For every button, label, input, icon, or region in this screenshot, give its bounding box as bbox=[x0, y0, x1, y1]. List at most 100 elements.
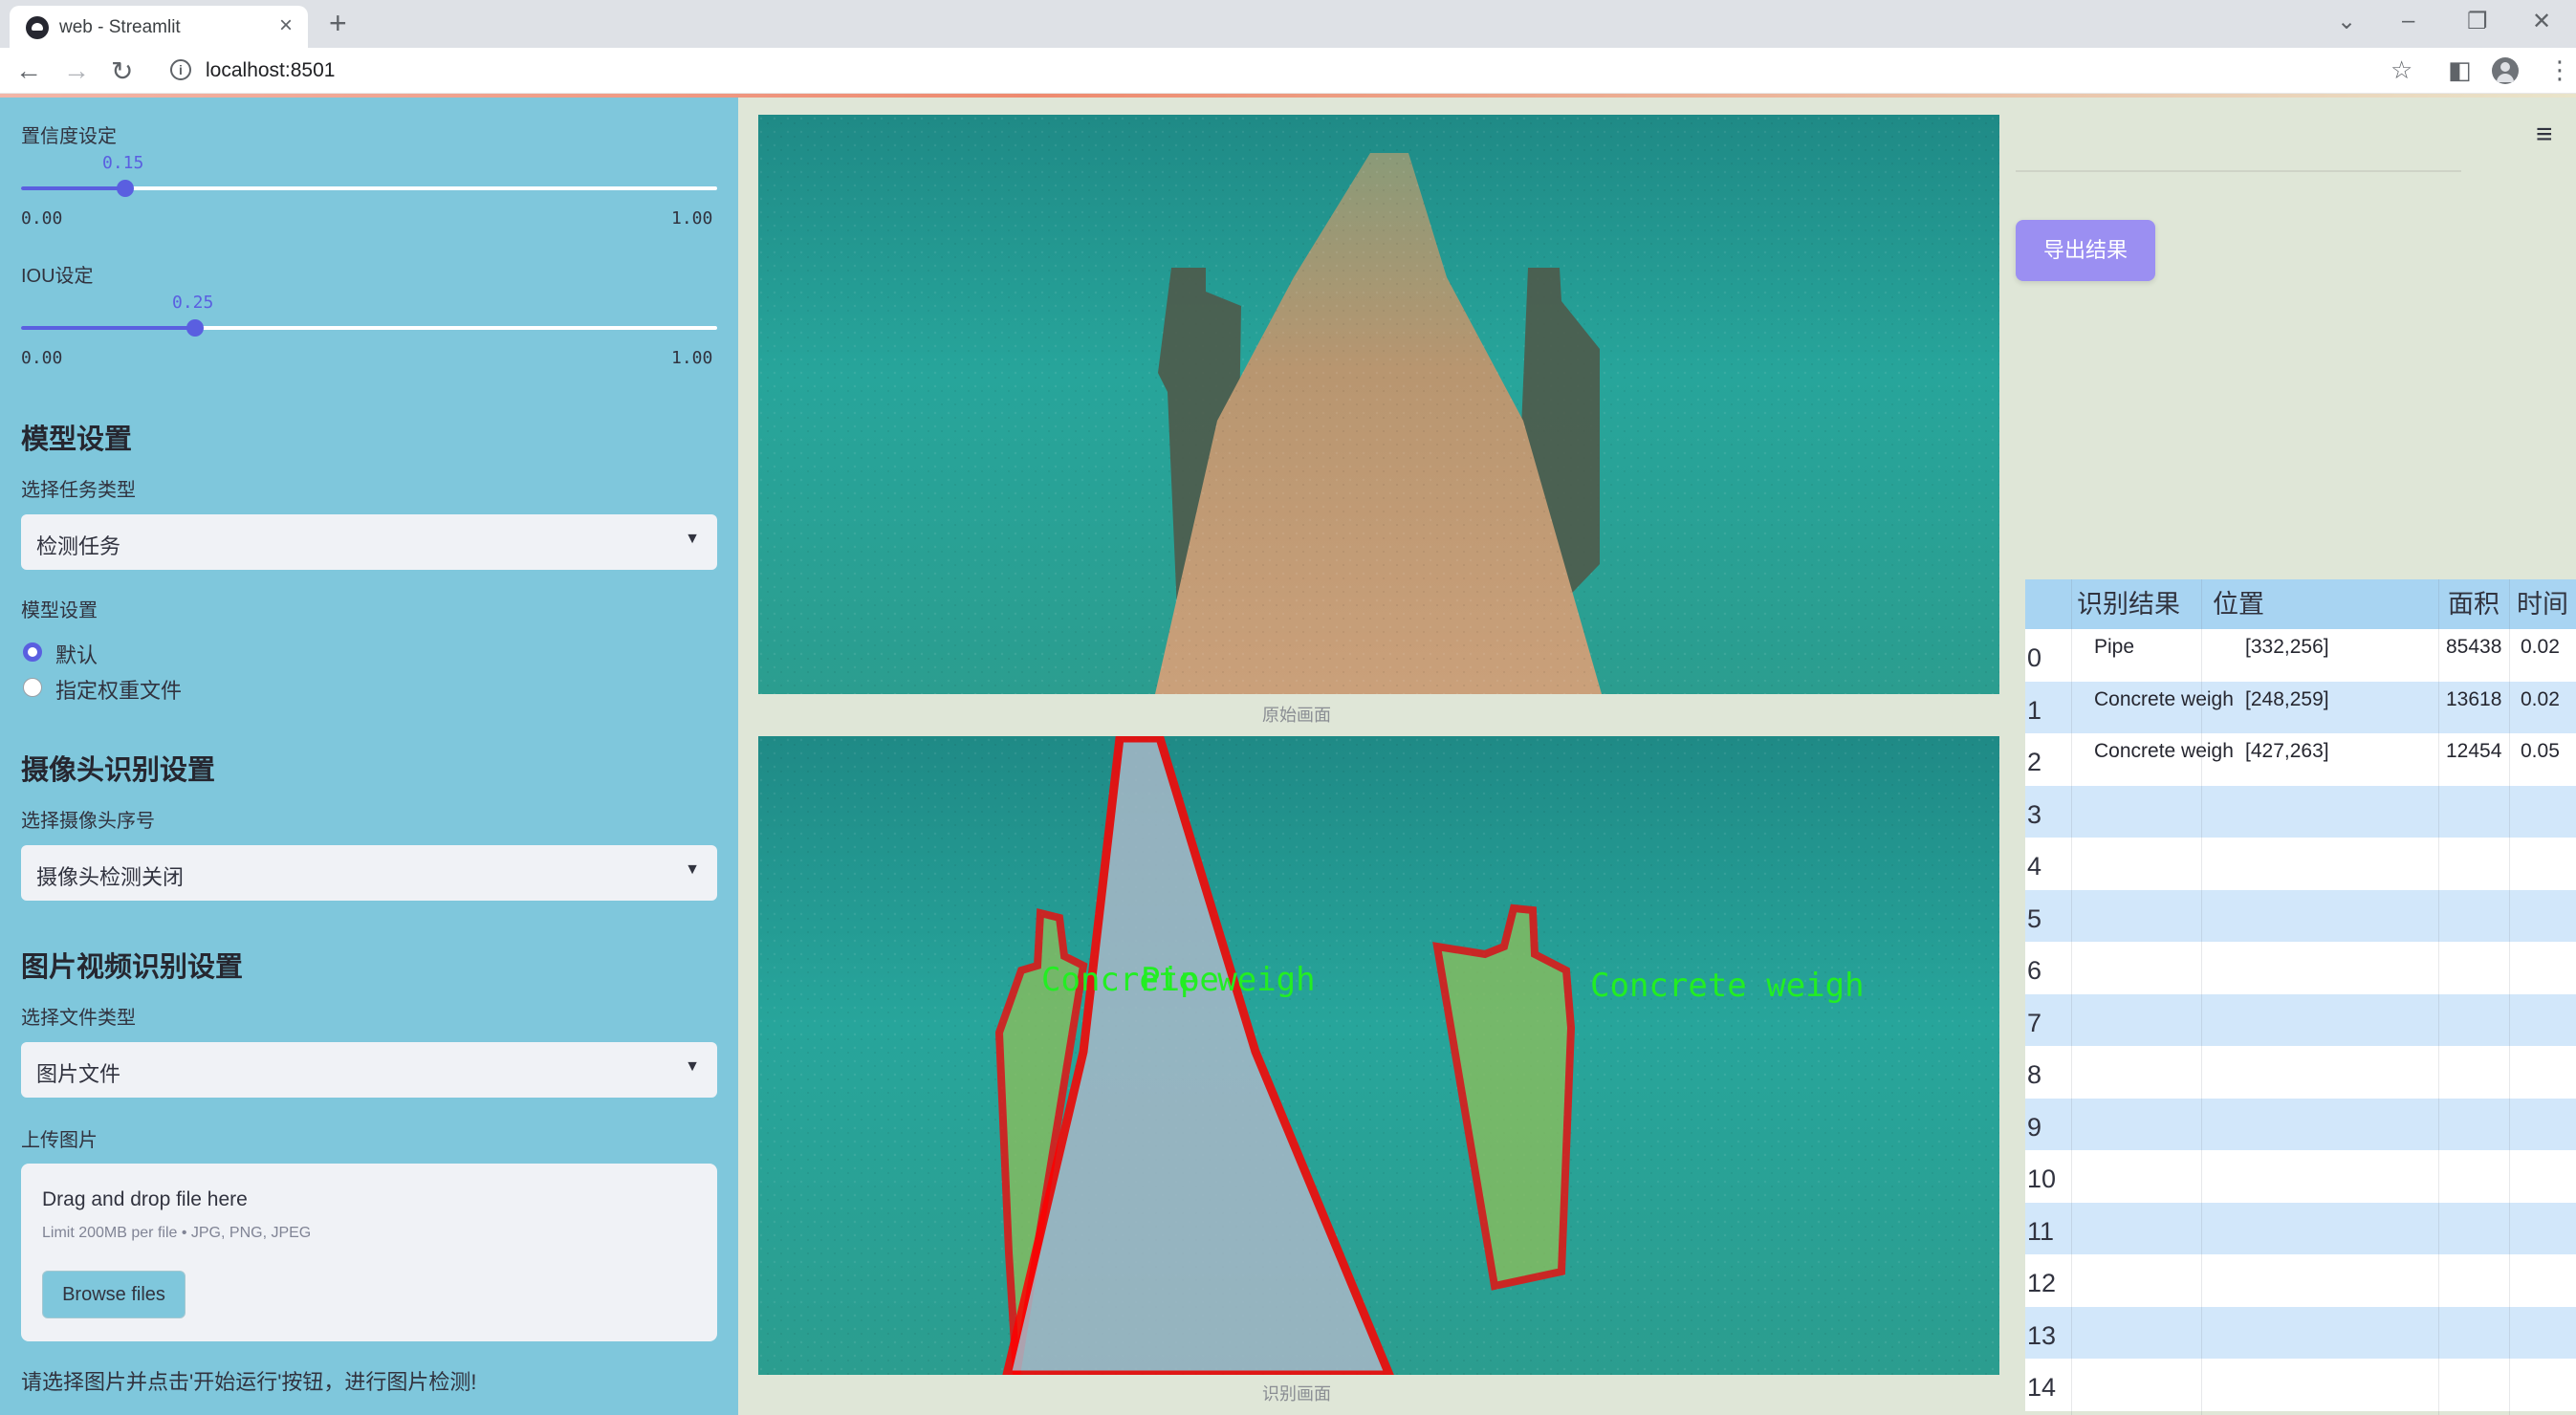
table-row[interactable]: 6 bbox=[2025, 942, 2576, 994]
export-results-button[interactable]: 导出结果 bbox=[2016, 220, 2155, 281]
header-result[interactable]: 识别结果 bbox=[2077, 579, 2180, 629]
table-row[interactable]: 4 bbox=[2025, 838, 2576, 890]
chevron-down-icon: ▼ bbox=[685, 1058, 700, 1075]
table-row[interactable]: 0 Pipe [332,256] 85438 0.02 bbox=[2025, 629, 2576, 682]
upload-label: 上传图片 bbox=[21, 1130, 98, 1151]
side-panel-icon[interactable]: ◧ bbox=[2448, 55, 2472, 85]
file-uploader-dropzone[interactable]: Drag and drop file here Limit 200MB per … bbox=[21, 1164, 717, 1341]
row-index: 3 bbox=[2027, 799, 2042, 829]
table-row[interactable]: 14 bbox=[2025, 1359, 2576, 1411]
cell-position: [332,256] bbox=[2245, 636, 2329, 658]
upload-limit: Limit 200MB per file • JPG, PNG, JPEG bbox=[42, 1225, 312, 1241]
forward-icon[interactable]: → bbox=[63, 55, 90, 86]
header-position[interactable]: 位置 bbox=[2213, 579, 2264, 629]
restore-icon[interactable]: ❐ bbox=[2467, 8, 2488, 35]
sidebar: 置信度设定 0.15 0.00 1.00 IOU设定 0.25 0.00 1.0… bbox=[0, 98, 738, 1415]
browser-tab[interactable]: web - Streamlit × bbox=[10, 6, 308, 48]
address-bar[interactable]: i localhost:8501 bbox=[153, 54, 2429, 88]
row-index: 4 bbox=[2027, 852, 2042, 881]
table-row[interactable]: 1 Concrete weigh [248,259] 13618 0.02 bbox=[2025, 681, 2576, 733]
original-caption: 原始画面 bbox=[1262, 706, 1331, 725]
confidence-slider[interactable] bbox=[21, 180, 717, 197]
column-separator bbox=[2438, 579, 2439, 1415]
chevron-down-icon: ▼ bbox=[685, 531, 700, 547]
back-icon[interactable]: ← bbox=[15, 55, 42, 86]
site-info-icon[interactable]: i bbox=[170, 59, 191, 80]
iou-slider[interactable] bbox=[21, 319, 717, 337]
confidence-slider-fill bbox=[21, 186, 125, 190]
close-window-icon[interactable]: ✕ bbox=[2532, 8, 2551, 35]
iou-value: 0.25 bbox=[172, 293, 214, 313]
camera-value: 摄像头检测关闭 bbox=[36, 865, 185, 889]
hamburger-menu-icon[interactable]: ≡ bbox=[2536, 119, 2553, 151]
results-table: 识别结果 位置 面积 时间 0 Pipe [332,256] 85438 0.02 1 Co… bbox=[2025, 579, 2576, 1415]
table-row[interactable]: 11 bbox=[2025, 1202, 2576, 1254]
divider bbox=[2016, 170, 2461, 172]
table-row[interactable]: 13 bbox=[2025, 1306, 2576, 1359]
browse-files-button[interactable]: Browse files bbox=[42, 1271, 186, 1318]
cell-time: 0.02 bbox=[2521, 687, 2560, 710]
upload-title: Drag and drop file here bbox=[42, 1188, 248, 1210]
radio-default[interactable] bbox=[23, 642, 42, 662]
confidence-value: 0.15 bbox=[102, 153, 144, 173]
table-row[interactable]: 8 bbox=[2025, 1046, 2576, 1099]
new-tab-icon[interactable]: + bbox=[329, 6, 347, 41]
cell-result: Concrete weigh bbox=[2094, 740, 2234, 762]
iou-min: 0.00 bbox=[21, 348, 63, 368]
file-type-label: 选择文件类型 bbox=[21, 1008, 136, 1029]
cell-result: Pipe bbox=[2094, 636, 2135, 658]
row-index: 7 bbox=[2027, 1008, 2042, 1037]
camera-select[interactable]: 摄像头检测关闭 ▼ bbox=[21, 845, 717, 901]
header-area[interactable]: 面积 bbox=[2448, 579, 2500, 629]
task-type-select[interactable]: 检测任务 ▼ bbox=[21, 514, 717, 570]
file-type-select[interactable]: 图片文件 ▼ bbox=[21, 1042, 717, 1098]
profile-avatar-icon[interactable] bbox=[2492, 57, 2519, 84]
cell-time: 0.05 bbox=[2521, 740, 2560, 762]
tab-title: web - Streamlit bbox=[59, 17, 181, 37]
table-row[interactable]: 2 Concrete weigh [427,263] 12454 0.05 bbox=[2025, 733, 2576, 786]
radio-custom-weights[interactable] bbox=[23, 678, 42, 697]
iou-max: 1.00 bbox=[671, 348, 713, 368]
confidence-min: 0.00 bbox=[21, 208, 63, 229]
browser-menu-icon[interactable]: ⋮ bbox=[2547, 55, 2572, 85]
header-time[interactable]: 时间 bbox=[2517, 579, 2568, 629]
iou-slider-thumb[interactable] bbox=[186, 319, 204, 337]
iou-slider-fill bbox=[21, 326, 195, 330]
cell-area: 13618 bbox=[2446, 687, 2502, 710]
row-index: 5 bbox=[2027, 903, 2042, 933]
iou-label: IOU设定 bbox=[21, 266, 94, 287]
model-setting-label: 模型设置 bbox=[21, 600, 98, 621]
row-index: 14 bbox=[2027, 1373, 2057, 1402]
minimize-icon[interactable]: – bbox=[2402, 8, 2414, 34]
cell-position: [427,263] bbox=[2245, 740, 2329, 762]
row-index: 8 bbox=[2027, 1060, 2042, 1089]
radio-custom-weights-label[interactable]: 指定权重文件 bbox=[55, 674, 182, 705]
streamlit-favicon-icon bbox=[26, 16, 49, 39]
radio-default-label[interactable]: 默认 bbox=[55, 639, 98, 669]
table-row[interactable]: 5 bbox=[2025, 889, 2576, 942]
detected-image: Concrete weigh Pipe Concrete weigh bbox=[758, 736, 1999, 1375]
confidence-max: 1.00 bbox=[671, 208, 713, 229]
table-row[interactable]: 9 bbox=[2025, 1098, 2576, 1150]
reload-icon[interactable]: ↻ bbox=[111, 55, 133, 87]
url-text: localhost:8501 bbox=[206, 59, 336, 81]
file-type-value: 图片文件 bbox=[36, 1062, 121, 1086]
camera-label: 选择摄像头序号 bbox=[21, 811, 155, 832]
cell-position: [248,259] bbox=[2245, 687, 2329, 710]
tab-search-icon[interactable]: ⌄ bbox=[2337, 8, 2356, 35]
confidence-label: 置信度设定 bbox=[21, 126, 117, 147]
table-row[interactable]: 3 bbox=[2025, 785, 2576, 838]
original-image bbox=[758, 115, 1999, 694]
row-index: 12 bbox=[2027, 1269, 2057, 1297]
camera-section-title: 摄像头识别设置 bbox=[21, 755, 216, 786]
table-row[interactable]: 7 bbox=[2025, 993, 2576, 1046]
table-row[interactable]: 10 bbox=[2025, 1150, 2576, 1203]
browser-titlebar: web - Streamlit × + ⌄ – ❐ ✕ bbox=[0, 0, 2576, 48]
table-row[interactable]: 12 bbox=[2025, 1254, 2576, 1307]
task-type-value: 检测任务 bbox=[36, 534, 121, 558]
browser-toolbar: ← → ↻ i localhost:8501 ☆ ◧ ⋮ bbox=[0, 48, 2576, 94]
bookmark-star-icon[interactable]: ☆ bbox=[2390, 55, 2412, 85]
row-index: 9 bbox=[2027, 1112, 2042, 1142]
close-tab-icon[interactable]: × bbox=[279, 12, 293, 39]
confidence-slider-thumb[interactable] bbox=[117, 180, 134, 197]
